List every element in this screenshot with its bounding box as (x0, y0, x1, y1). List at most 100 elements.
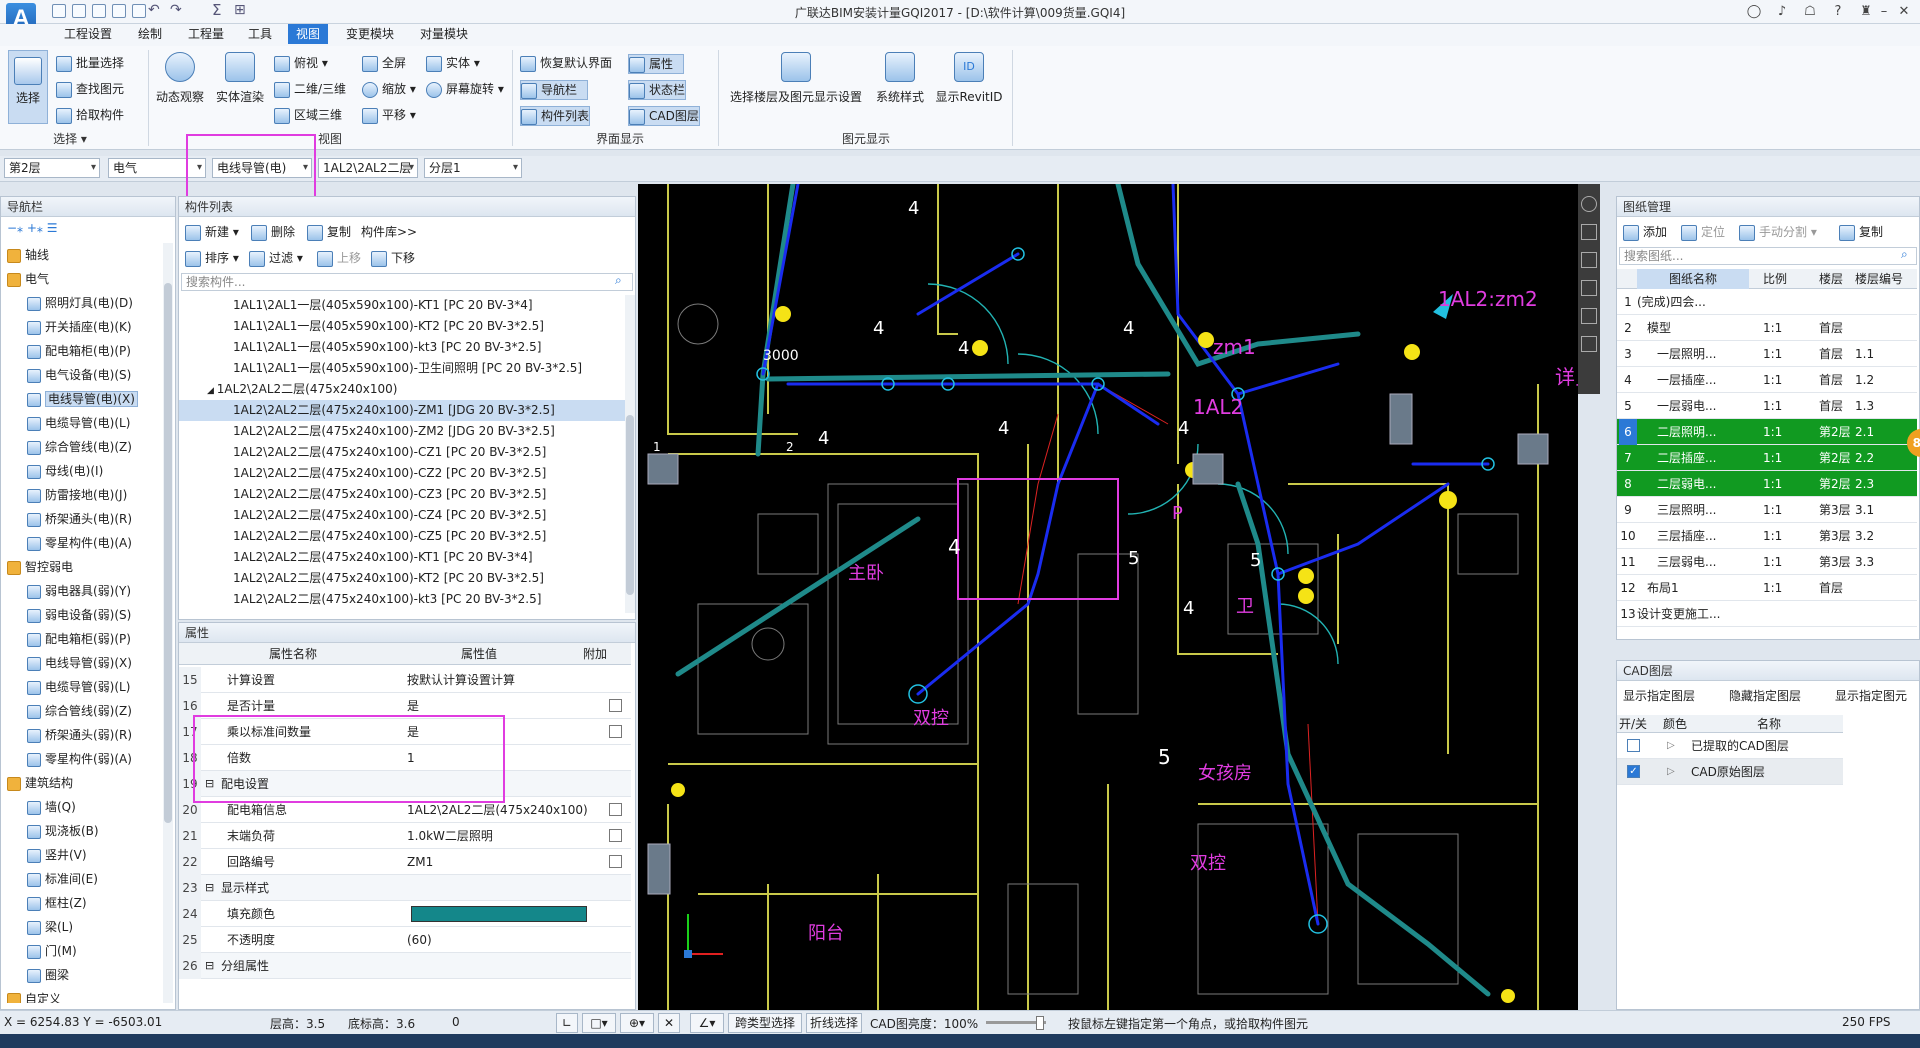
property-row[interactable]: 22 回路编号 ZM1 (179, 849, 631, 875)
nav-item[interactable]: 综合管线(电)(Z) (1, 435, 132, 459)
nav-item[interactable]: 墙(Q) (1, 795, 76, 819)
group-label-select[interactable]: 选择 ▾ (40, 130, 100, 147)
copy-component-button[interactable]: 复制 (307, 223, 351, 241)
new-component-button[interactable]: 新建 ▾ (185, 223, 239, 241)
osnap-icon[interactable]: ⊕▾ (620, 1013, 654, 1033)
status-bar-toggle[interactable]: 状态栏 (628, 80, 687, 100)
chat-icon[interactable]: ☖ (1796, 2, 1824, 22)
show-revit-id-button[interactable]: ID 显示RevitID (934, 52, 1004, 105)
drawing-row[interactable]: 6 二层照明... 1:1 第2层 2.1 (1617, 419, 1917, 445)
find-element-button[interactable]: 查找图元 (56, 80, 124, 98)
drawing-search-input[interactable]: 搜索图纸... (1619, 247, 1917, 265)
nav-item[interactable]: 桥架通头(弱)(R) (1, 723, 132, 747)
nav-item[interactable]: 电气 (1, 267, 49, 291)
property-row[interactable]: 21 末端负荷 1.0kW二层照明 (179, 823, 631, 849)
canvas-view-toolbar[interactable] (1578, 184, 1600, 394)
cad-drawing[interactable]: 44444444555453000121AL2:zm2zm11AL2详见主卧双控… (638, 184, 1578, 1010)
property-row[interactable]: 26 ⊟ 分组属性 (179, 953, 631, 979)
nav-item[interactable]: 电气设备(电)(S) (1, 363, 131, 387)
properties-toggle[interactable]: 属性 (628, 54, 685, 74)
pick-component-button[interactable]: 拾取构件 (56, 106, 124, 124)
component-select[interactable]: 1AL2\2AL2二层 (318, 158, 418, 178)
cross-type-select-button[interactable]: 跨类型选择 (728, 1013, 802, 1033)
nav-item[interactable]: 现浇板(B) (1, 819, 99, 843)
component-search-input[interactable]: 搜索构件... (181, 273, 633, 291)
hide-layer-button[interactable]: 隐藏指定图层 (1729, 687, 1801, 704)
restore-default-ui-button[interactable]: 恢复默认界面 (520, 54, 612, 72)
nav-item[interactable]: 照明灯具(电)(D) (1, 291, 133, 315)
cube-front-icon[interactable] (1581, 224, 1597, 240)
drawing-row[interactable]: 3 一层照明... 1:1 首层 1.1 (1617, 341, 1917, 367)
property-value[interactable]: 按默认计算设置计算 (407, 667, 597, 693)
nav-toolbar[interactable]: −⁎ +⁎ ☰ (7, 221, 58, 235)
component-group[interactable]: ◢ 1AL2\2AL2二层(475x240x100) (179, 379, 625, 400)
layer-toggle-checkbox[interactable] (1627, 739, 1640, 752)
help-icon[interactable]: ? (1824, 2, 1852, 22)
component-row[interactable]: 1AL2\2AL2二层(475x240x100)-CZ3 [PC 20 BV-3… (179, 484, 625, 505)
nav-item[interactable]: 圈梁 (1, 963, 69, 987)
cube-side-icon[interactable] (1581, 252, 1597, 268)
orbit-icon[interactable] (1581, 196, 1597, 212)
angle-icon[interactable]: ∠▾ (690, 1013, 724, 1033)
screen-rotate-button[interactable]: 屏幕旋转 ▾ (426, 80, 504, 98)
zoom-button[interactable]: 缩放 ▾ (362, 80, 416, 98)
layer-row[interactable]: ✓ ▷ CAD原始图层 (1617, 759, 1843, 785)
copy-drawing-button[interactable]: 复制 (1839, 223, 1883, 241)
drawing-row[interactable]: 5 一层弱电... 1:1 首层 1.3 (1617, 393, 1917, 419)
nav-item[interactable]: 开关插座(电)(K) (1, 315, 132, 339)
nav-item[interactable]: 配电箱柜(电)(P) (1, 339, 131, 363)
nav-scrollbar[interactable] (163, 243, 173, 1003)
component-library-button[interactable]: 构件库>> (361, 223, 417, 240)
top-view-button[interactable]: 俯视 ▾ (274, 54, 328, 72)
cross-icon[interactable]: ✕ (658, 1013, 680, 1033)
property-row[interactable]: 25 不透明度 (60) (179, 927, 631, 953)
nav-item[interactable]: 综合管线(弱)(Z) (1, 699, 132, 723)
drawing-row[interactable]: 12 布局1 1:1 首层 (1617, 575, 1917, 601)
nav-item[interactable]: 电线导管(弱)(X) (1, 651, 132, 675)
cube-bottom-icon[interactable] (1581, 336, 1597, 352)
extra-checkbox[interactable] (609, 855, 622, 868)
manual-split-button[interactable]: 手动分割 ▾ (1739, 223, 1817, 241)
2d-3d-button[interactable]: 二维/三维 (274, 80, 346, 98)
nav-item[interactable]: 智控弱电 (1, 555, 73, 579)
nav-item[interactable]: 母线(电)(I) (1, 459, 103, 483)
drawing-row[interactable]: 2 模型 1:1 首层 (1617, 315, 1917, 341)
drawing-row[interactable]: 7 二层插座... 1:1 第2层 2.2 (1617, 445, 1917, 471)
extra-checkbox[interactable] (609, 803, 622, 816)
component-row[interactable]: 1AL1\2AL1一层(405x590x100)-KT2 [PC 20 BV-3… (179, 316, 625, 337)
show-layer-button[interactable]: 显示指定图层 (1623, 687, 1695, 704)
drawing-row[interactable]: 13 设计变更施工... (1617, 601, 1917, 627)
filter-button[interactable]: 过滤 ▾ (249, 249, 303, 267)
property-value[interactable]: 1.0kW二层照明 (407, 823, 597, 849)
drawing-row[interactable]: 11 三层弱电... 1:1 第3层 3.3 (1617, 549, 1917, 575)
component-row[interactable]: 1AL2\2AL2二层(475x240x100)-ZM2 [JDG 20 BV-… (179, 421, 625, 442)
property-value[interactable]: ZM1 (407, 849, 597, 875)
nav-item[interactable]: 零星构件(电)(A) (1, 531, 132, 555)
layer-toggle-checkbox[interactable]: ✓ (1627, 765, 1640, 778)
nav-item[interactable]: 门(M) (1, 939, 77, 963)
component-row[interactable]: 1AL1\2AL1一层(405x590x100)-kt3 [PC 20 BV-3… (179, 337, 625, 358)
component-scrollbar[interactable] (625, 295, 635, 613)
batch-select-button[interactable]: 批量选择 (56, 54, 124, 72)
cube-top-icon[interactable] (1581, 280, 1597, 296)
nav-item[interactable]: 配电箱柜(弱)(P) (1, 627, 131, 651)
area-3d-button[interactable]: 区域三维 (274, 106, 342, 124)
extra-checkbox[interactable] (609, 725, 622, 738)
bell-icon[interactable]: ♪ (1768, 2, 1796, 22)
nav-bar-toggle[interactable]: 导航栏 (520, 80, 589, 100)
nav-item[interactable]: 标准间(E) (1, 867, 98, 891)
drawing-row[interactable]: 4 一层插座... 1:1 首层 1.2 (1617, 367, 1917, 393)
component-list-toggle[interactable]: 构件列表 (520, 106, 591, 126)
locate-button[interactable]: 定位 (1681, 223, 1725, 241)
tab-draw[interactable]: 绘制 (130, 24, 170, 44)
drawing-row[interactable]: 10 三层插座... 1:1 第3层 3.2 (1617, 523, 1917, 549)
component-row[interactable]: 1AL2\2AL2二层(475x240x100)-CZ1 [PC 20 BV-3… (179, 442, 625, 463)
component-row[interactable]: 1AL2\2AL2二层(475x240x100)-kt3 [PC 20 BV-3… (179, 589, 625, 610)
nav-item[interactable]: 框柱(Z) (1, 891, 87, 915)
nav-item[interactable]: 弱电器具(弱)(Y) (1, 579, 131, 603)
system-style-button[interactable]: 系统样式 (870, 52, 930, 105)
property-value[interactable]: (60) (407, 927, 597, 953)
fullscreen-button[interactable]: 全屏 (362, 54, 406, 72)
ortho-icon[interactable]: ∟ (556, 1013, 578, 1033)
select-button[interactable]: 选择 (8, 50, 48, 124)
